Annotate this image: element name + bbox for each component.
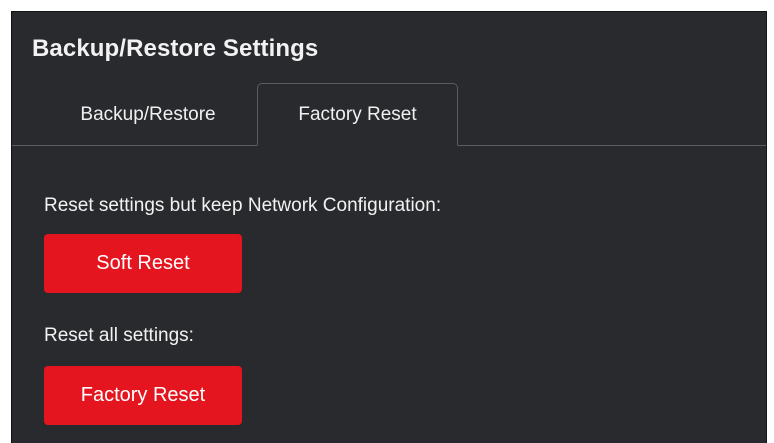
soft-reset-button[interactable]: Soft Reset [44,234,242,293]
soft-reset-description: Reset settings but keep Network Configur… [44,195,442,216]
tab-factory-reset[interactable]: Factory Reset [257,83,458,146]
panel-title: Backup/Restore Settings [32,35,319,62]
tab-backup-restore-label: Backup/Restore [80,103,216,125]
factory-reset-button[interactable]: Factory Reset [44,366,242,425]
tab-factory-reset-label: Factory Reset [298,103,417,125]
panel-right-edge [766,11,767,443]
tab-backup-restore[interactable]: Backup/Restore [44,83,252,146]
factory-reset-description: Reset all settings: [44,325,194,346]
